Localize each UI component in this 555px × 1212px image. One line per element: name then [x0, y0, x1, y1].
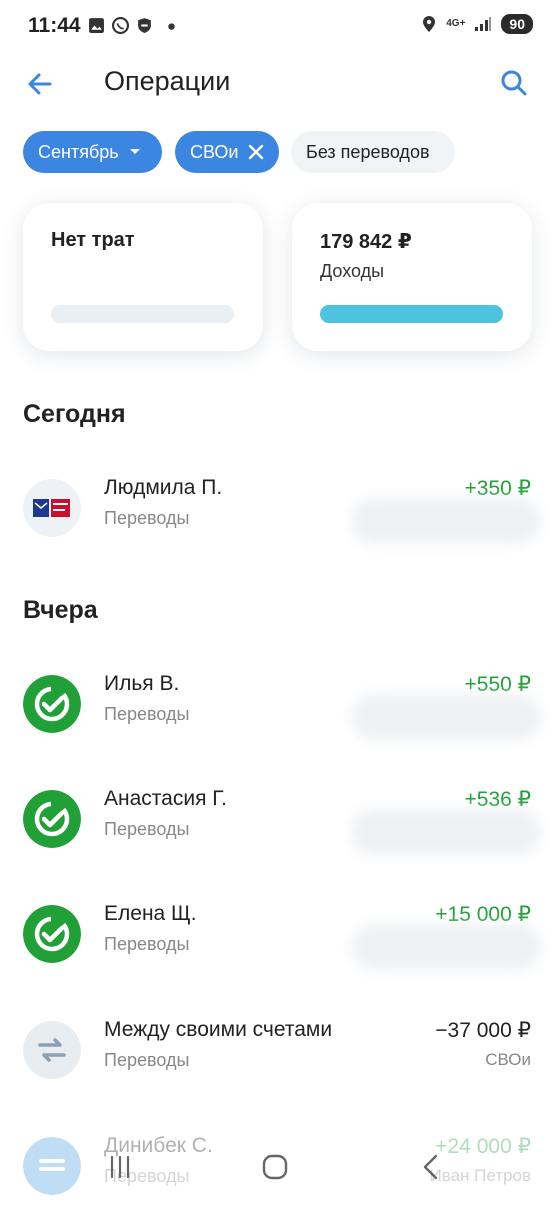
income-bar	[320, 305, 503, 323]
battery-level: 90	[501, 14, 533, 34]
redacted-text	[351, 498, 541, 544]
transaction-name: Елена Щ.	[104, 902, 197, 925]
system-nav-bar	[0, 1135, 555, 1200]
status-right: 4G+ 90	[421, 14, 533, 34]
recent-apps-icon[interactable]	[104, 1151, 136, 1183]
transaction-category: Переводы	[104, 1050, 190, 1070]
sber-logo-icon	[23, 905, 81, 963]
section-today: Сегодня	[23, 400, 126, 428]
status-bar: 11:44 4G+ 90	[0, 0, 555, 54]
transaction-category: Переводы	[104, 819, 190, 839]
transaction-category: Переводы	[104, 934, 190, 954]
transaction-row[interactable]: Людмила П. Переводы +350 ₽	[0, 464, 555, 554]
transaction-amount: −37 000 ₽	[435, 1019, 531, 1042]
transaction-name: Анастасия Г.	[104, 787, 227, 810]
transaction-category: Переводы	[104, 704, 190, 724]
transaction-category: Переводы	[104, 508, 190, 528]
transaction-name: Людмила П.	[104, 476, 223, 499]
transaction-account: СВОи	[485, 1050, 531, 1069]
chevron-down-icon	[129, 149, 140, 154]
filter-no-transfers-label: Без переводов	[306, 141, 430, 162]
location-icon	[423, 16, 436, 32]
expenses-card[interactable]: Нет трат	[23, 203, 263, 351]
filter-month-chip[interactable]: Сентябрь	[23, 131, 162, 173]
sber-logo-icon	[23, 675, 81, 733]
back-arrow-icon[interactable]	[24, 68, 56, 100]
income-bar-fill	[320, 305, 503, 323]
expenses-bar	[51, 305, 234, 323]
income-amount: 179 842 ₽	[320, 231, 412, 253]
redacted-text	[351, 809, 541, 855]
transaction-row[interactable]: Между своими счетами Переводы −37 000 ₽ …	[0, 1006, 555, 1096]
income-card[interactable]: 179 842 ₽ Доходы	[292, 203, 532, 351]
income-label: Доходы	[320, 261, 385, 281]
transaction-name: Между своими счетами	[104, 1018, 333, 1041]
section-yesterday: Вчера	[23, 596, 98, 624]
redacted-text	[351, 924, 541, 970]
filter-account-chip[interactable]: СВОи	[175, 131, 279, 173]
home-icon[interactable]	[259, 1151, 291, 1183]
redacted-text	[351, 694, 541, 740]
gallery-icon	[89, 18, 104, 33]
transaction-name: Илья В.	[104, 672, 180, 695]
transaction-row[interactable]: Анастасия Г. Переводы +536 ₽	[0, 775, 555, 865]
close-icon[interactable]	[248, 144, 264, 160]
page-title: Операции	[104, 66, 231, 96]
transaction-row[interactable]: Илья В. Переводы +550 ₽	[0, 660, 555, 750]
pochta-bank-logo-icon	[23, 479, 81, 537]
filter-no-transfers-chip[interactable]: Без переводов	[291, 131, 455, 173]
signal-icon	[475, 17, 492, 31]
dot-icon	[168, 23, 175, 30]
status-time: 11:44	[28, 14, 81, 37]
shield-icon	[138, 18, 151, 33]
filter-month-label: Сентябрь	[38, 141, 119, 162]
network-type: 4G+	[446, 18, 466, 29]
back-nav-icon[interactable]	[416, 1151, 448, 1183]
search-icon[interactable]	[499, 68, 529, 98]
expenses-label: Нет трат	[51, 229, 135, 251]
transaction-row[interactable]: Елена Щ. Переводы +15 000 ₽	[0, 890, 555, 980]
whatsapp-icon	[112, 17, 129, 34]
sber-logo-icon	[23, 790, 81, 848]
transfer-arrows-icon	[23, 1021, 81, 1079]
filter-account-label: СВОи	[190, 141, 239, 162]
